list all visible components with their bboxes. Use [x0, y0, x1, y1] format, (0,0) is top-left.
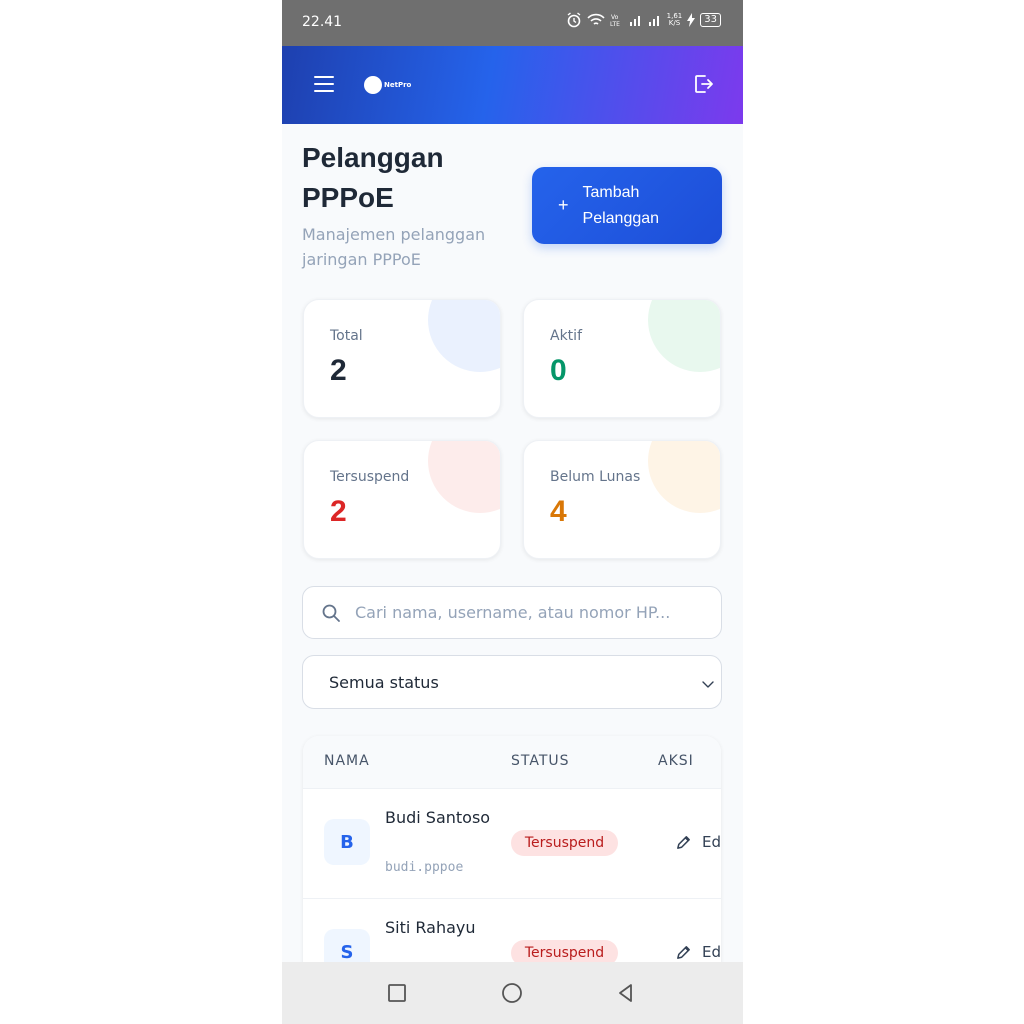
logo-mark: [364, 76, 382, 94]
svg-text:LTE: LTE: [610, 21, 620, 27]
app-header: NetPro: [282, 46, 743, 124]
search-icon: [322, 604, 340, 622]
logout-icon[interactable]: [691, 72, 715, 96]
chevron-down-icon: [702, 681, 714, 688]
status-icons: Vo LTE 1,61 K/S 33: [566, 12, 721, 28]
stat-label: Aktif: [550, 328, 582, 344]
stat-card-total: Total 2: [303, 299, 501, 418]
net-speed: 1,61 K/S: [666, 12, 683, 27]
status-filter-value: Semua status: [329, 672, 439, 692]
back-icon[interactable]: [615, 982, 637, 1004]
menu-icon[interactable]: [314, 76, 334, 92]
stat-value: 0: [550, 354, 567, 387]
page-title: Pelanggan PPPoE: [302, 142, 444, 213]
pencil-icon: [677, 835, 690, 849]
search-input[interactable]: [355, 603, 695, 622]
edit-label: Ed: [702, 833, 721, 851]
search-box: [302, 586, 722, 639]
plus-icon: +: [558, 195, 569, 215]
alarm-icon: [567, 12, 581, 28]
table-header: NAMA STATUS AKSI: [303, 736, 721, 788]
card-decoration: [648, 441, 720, 513]
wifi-icon: [587, 13, 605, 25]
status-bar: 22.41 Vo LTE 1,61 K/S 33: [282, 0, 743, 46]
column-header-action: AKSI: [658, 753, 694, 769]
column-header-name: NAMA: [324, 753, 370, 769]
app-logo: NetPro: [364, 76, 411, 94]
add-customer-label: Tambah Pelanggan: [582, 183, 660, 227]
signal-icon-2: [648, 16, 659, 26]
customer-name: Siti Rahayu: [385, 918, 476, 937]
customer-name: Budi Santoso: [385, 808, 491, 827]
stat-value: 2: [330, 354, 347, 387]
status-filter-select[interactable]: Semua status: [302, 655, 722, 709]
phone-screen: 22.41 Vo LTE 1,61 K/S 33 NetPro Pelangga…: [282, 0, 743, 1024]
pencil-icon: [677, 945, 690, 959]
card-decoration: [648, 300, 720, 372]
stat-card-unpaid: Belum Lunas 4: [523, 440, 721, 559]
status-time: 22.41: [302, 14, 343, 30]
stat-value: 4: [550, 495, 567, 528]
stat-label: Belum Lunas: [550, 469, 641, 485]
charging-icon: [687, 13, 696, 27]
status-badge: Tersuspend: [511, 830, 618, 856]
home-icon[interactable]: [501, 982, 523, 1004]
system-nav-bar: [282, 962, 743, 1024]
logo-text: NetPro: [384, 81, 412, 89]
edit-button[interactable]: Ed: [675, 943, 721, 961]
volte-icon: VoLTE: [610, 14, 620, 27]
stat-value: 2: [330, 495, 347, 528]
signal-icon: [629, 16, 640, 26]
edit-button[interactable]: Ed: [675, 833, 721, 851]
add-customer-button[interactable]: + Tambah Pelanggan: [532, 167, 722, 244]
card-decoration: [428, 441, 500, 513]
stat-label: Tersuspend: [330, 469, 410, 485]
svg-text:Vo: Vo: [611, 14, 619, 21]
page-subtitle: Manajemen pelanggan jaringan PPPoE: [302, 225, 486, 269]
card-decoration: [428, 300, 500, 372]
customer-username: budi.pppoe: [385, 860, 464, 875]
stat-label: Total: [330, 328, 363, 344]
recent-apps-icon[interactable]: [386, 982, 408, 1004]
edit-label: Ed: [702, 943, 721, 961]
avatar: B: [324, 819, 370, 865]
battery-icon: 33: [700, 13, 721, 27]
stat-card-active: Aktif 0: [523, 299, 721, 418]
stat-card-suspended: Tersuspend 2: [303, 440, 501, 559]
column-header-status: STATUS: [511, 753, 570, 769]
table-row: B Budi Santoso budi.pppoe Tersuspend Ed: [303, 788, 721, 898]
